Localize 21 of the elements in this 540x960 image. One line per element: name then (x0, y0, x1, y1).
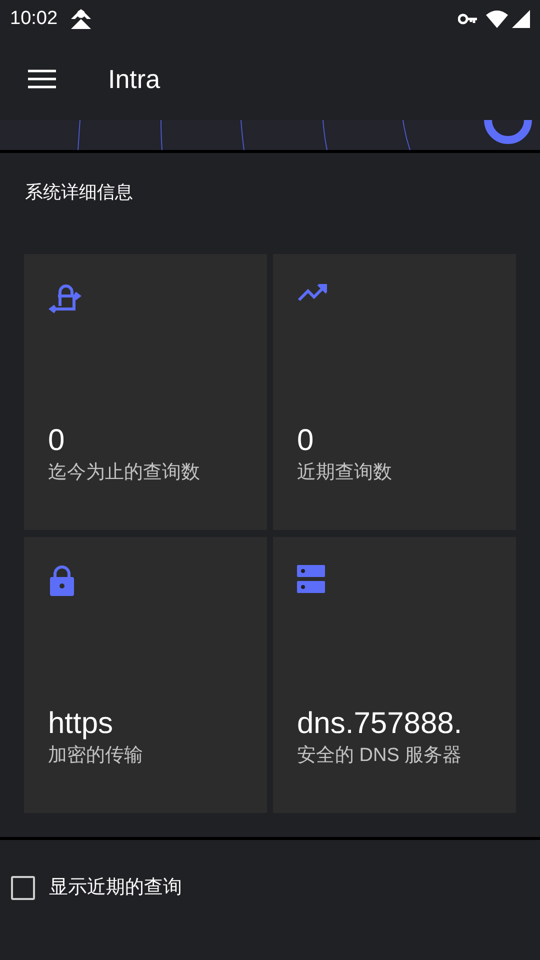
lock-icon (48, 565, 76, 597)
stat-value: 0 (48, 423, 66, 459)
menu-icon (27, 69, 57, 89)
trending-up-icon (297, 282, 329, 302)
stat-value: https (48, 706, 114, 742)
checkbox[interactable] (11, 876, 35, 900)
stat-value: 0 (297, 423, 315, 459)
notification-icon (70, 9, 92, 29)
stat-label: 迄今为止的查询数 (48, 461, 201, 485)
status-time: 10:02 (10, 6, 58, 31)
section-title: 系统详细信息 (25, 182, 133, 202)
signal-icon (512, 10, 530, 28)
stat-label: 近期查询数 (297, 461, 393, 485)
app-title: Intra (108, 62, 160, 96)
show-recent-checkbox[interactable]: 显示近期的查询 (11, 874, 540, 902)
server-icon (297, 565, 325, 593)
stat-value: dns.757888. (297, 706, 464, 742)
stat-label: 加密的传输 (48, 744, 144, 768)
stat-label: 安全的 DNS 服务器 (297, 744, 463, 768)
key-icon (458, 13, 478, 25)
wifi-icon (486, 10, 508, 28)
